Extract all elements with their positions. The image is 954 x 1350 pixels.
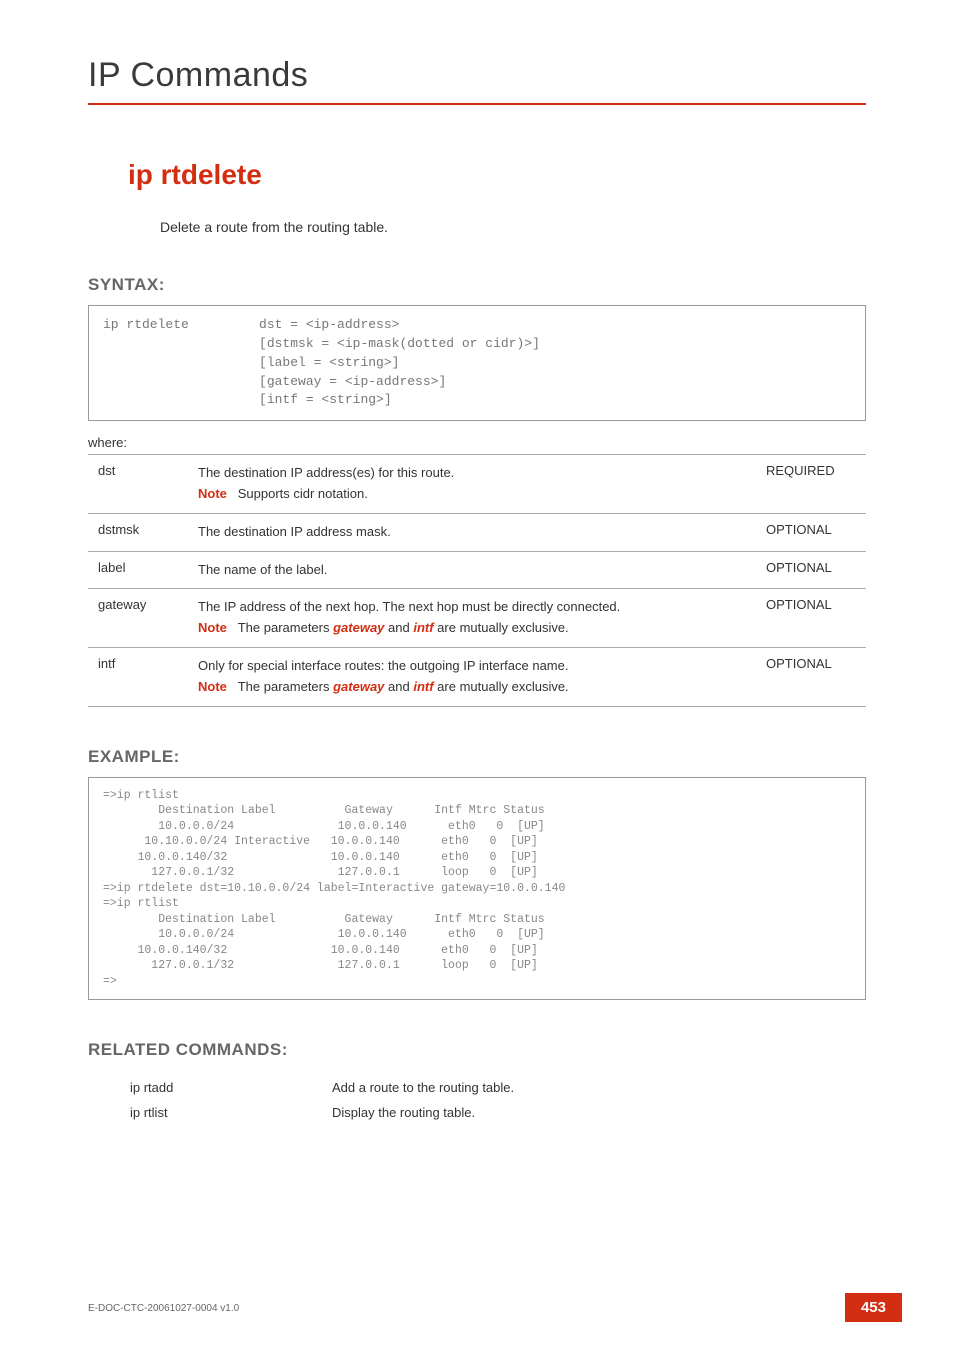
param-req: OPTIONAL <box>756 589 866 648</box>
note-mid: and <box>384 620 413 635</box>
table-row: ip rtadd Add a route to the routing tabl… <box>130 1076 514 1099</box>
param-req: REQUIRED <box>756 455 866 514</box>
note-label: Note <box>198 620 227 635</box>
related-desc: Display the routing table. <box>332 1101 514 1124</box>
param-desc-main: The IP address of the next hop. The next… <box>198 599 620 614</box>
note-em-gateway: gateway <box>333 620 384 635</box>
params-table: dst The destination IP address(es) for t… <box>88 454 866 706</box>
table-row: intf Only for special interface routes: … <box>88 648 866 707</box>
param-name: gateway <box>88 589 188 648</box>
param-desc: The IP address of the next hop. The next… <box>188 589 756 648</box>
related-desc: Add a route to the routing table. <box>332 1076 514 1099</box>
param-desc: The name of the label. <box>188 551 756 589</box>
example-code: =>ip rtlist Destination Label Gateway In… <box>88 777 866 1001</box>
syntax-code: ip rtdelete dst = <ip-address> [dstmsk =… <box>88 305 866 421</box>
param-name: dst <box>88 455 188 514</box>
command-description: Delete a route from the routing table. <box>160 219 866 235</box>
related-name: ip rtadd <box>130 1076 330 1099</box>
example-label: EXAMPLE: <box>88 747 866 767</box>
param-desc-main: Only for special interface routes: the o… <box>198 658 568 673</box>
page-number: 453 <box>845 1293 902 1322</box>
note-mid: and <box>384 679 413 694</box>
param-desc: Only for special interface routes: the o… <box>188 648 756 707</box>
param-desc: The destination IP address mask. <box>188 513 756 551</box>
note-post: are mutually exclusive. <box>434 679 569 694</box>
note-label: Note <box>198 486 227 501</box>
table-row: dstmsk The destination IP address mask. … <box>88 513 866 551</box>
table-row: dst The destination IP address(es) for t… <box>88 455 866 514</box>
param-name: label <box>88 551 188 589</box>
syntax-label: SYNTAX: <box>88 275 866 295</box>
note-label: Note <box>198 679 227 694</box>
param-desc-main: The destination IP address(es) for this … <box>198 465 454 480</box>
where-label: where: <box>88 435 866 450</box>
param-desc: The destination IP address(es) for this … <box>188 455 756 514</box>
note-post: are mutually exclusive. <box>434 620 569 635</box>
note-pre: The parameters <box>238 679 333 694</box>
command-title: ip rtdelete <box>128 159 866 191</box>
note-em-intf: intf <box>413 679 433 694</box>
note-em-intf: intf <box>413 620 433 635</box>
related-label: RELATED COMMANDS: <box>88 1040 866 1060</box>
param-name: intf <box>88 648 188 707</box>
param-req: OPTIONAL <box>756 551 866 589</box>
param-req: OPTIONAL <box>756 513 866 551</box>
table-row: label The name of the label. OPTIONAL <box>88 551 866 589</box>
chapter-title: IP Commands <box>88 56 866 95</box>
note-text: Supports cidr notation. <box>238 486 368 501</box>
table-row: gateway The IP address of the next hop. … <box>88 589 866 648</box>
table-row: ip rtlist Display the routing table. <box>130 1101 514 1124</box>
related-name: ip rtlist <box>130 1101 330 1124</box>
footer: E-DOC-CTC-20061027-0004 v1.0 453 <box>88 1298 902 1316</box>
note-pre: The parameters <box>238 620 333 635</box>
note-em-gateway: gateway <box>333 679 384 694</box>
related-table: ip rtadd Add a route to the routing tabl… <box>128 1074 516 1126</box>
param-name: dstmsk <box>88 513 188 551</box>
param-req: OPTIONAL <box>756 648 866 707</box>
header-rule <box>88 103 866 105</box>
footer-doc-id: E-DOC-CTC-20061027-0004 v1.0 <box>88 1303 239 1314</box>
